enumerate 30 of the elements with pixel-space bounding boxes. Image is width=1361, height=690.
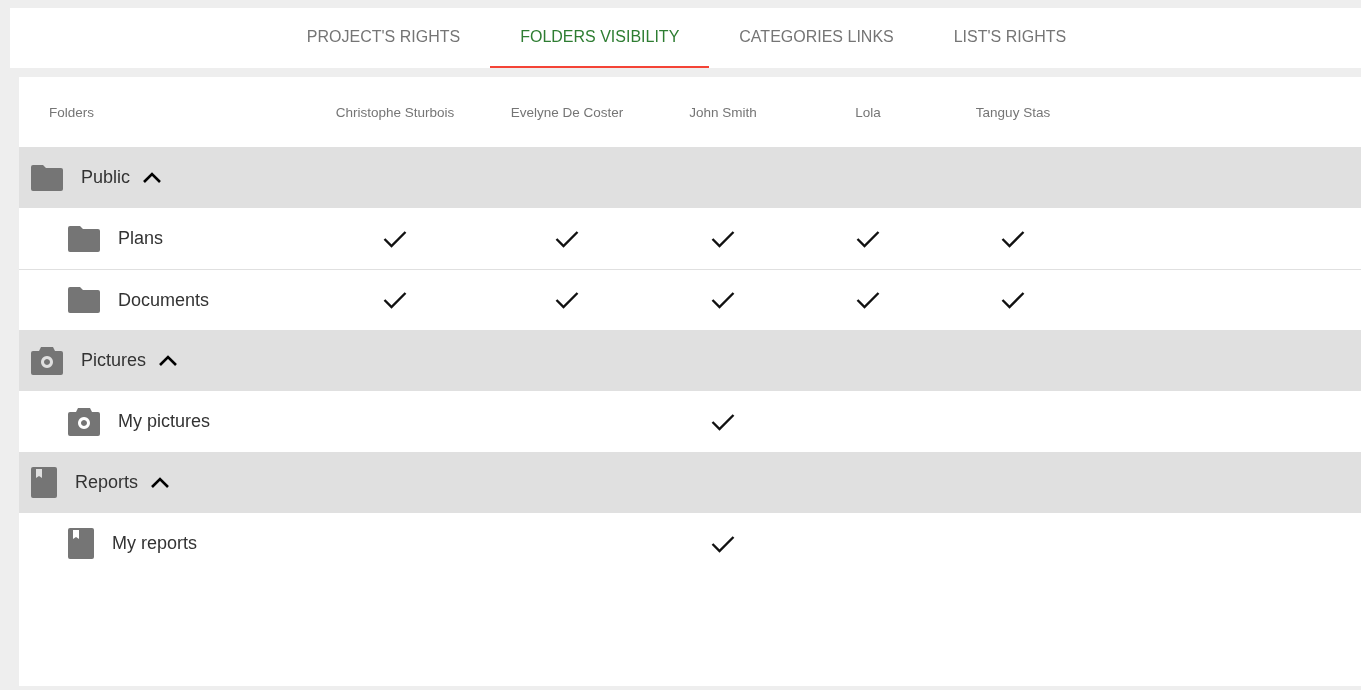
- folder-icon: [68, 225, 100, 252]
- book-icon: [68, 528, 94, 559]
- tab[interactable]: FOLDERS VISIBILITY: [490, 8, 710, 68]
- group-row[interactable]: Public: [19, 147, 1361, 208]
- column-header: Lola: [855, 104, 881, 120]
- book-icon: [31, 467, 57, 498]
- column-header: John Smith: [689, 104, 757, 120]
- camera-icon: [68, 407, 100, 436]
- camera-icon: [31, 346, 63, 375]
- group-row[interactable]: Pictures: [19, 330, 1361, 391]
- tab[interactable]: LIST'S RIGHTS: [923, 8, 1097, 68]
- chevron-up-icon[interactable]: [158, 354, 179, 367]
- group-name: Public: [81, 167, 131, 188]
- column-header: Tanguy Stas: [975, 104, 1051, 120]
- folder-icon: [31, 164, 63, 191]
- tab[interactable]: PROJECT'S RIGHTS: [276, 8, 491, 68]
- chevron-up-icon[interactable]: [150, 476, 171, 489]
- column-header: Folders: [48, 104, 94, 120]
- folder-name: My reports: [112, 533, 198, 554]
- group-row[interactable]: Reports: [19, 452, 1361, 513]
- folder-name: Documents: [118, 289, 210, 311]
- folder-icon: [68, 287, 100, 313]
- column-header: Christophe Sturbois: [335, 104, 455, 120]
- folder-name: My pictures: [118, 411, 211, 432]
- chevron-up-icon[interactable]: [142, 171, 163, 184]
- tab[interactable]: CATEGORIES LINKS: [709, 8, 924, 68]
- folder-name: Plans: [118, 228, 164, 249]
- group-name: Reports: [75, 472, 139, 493]
- group-name: Pictures: [81, 350, 147, 371]
- column-header: Evelyne De Coster: [510, 104, 624, 120]
